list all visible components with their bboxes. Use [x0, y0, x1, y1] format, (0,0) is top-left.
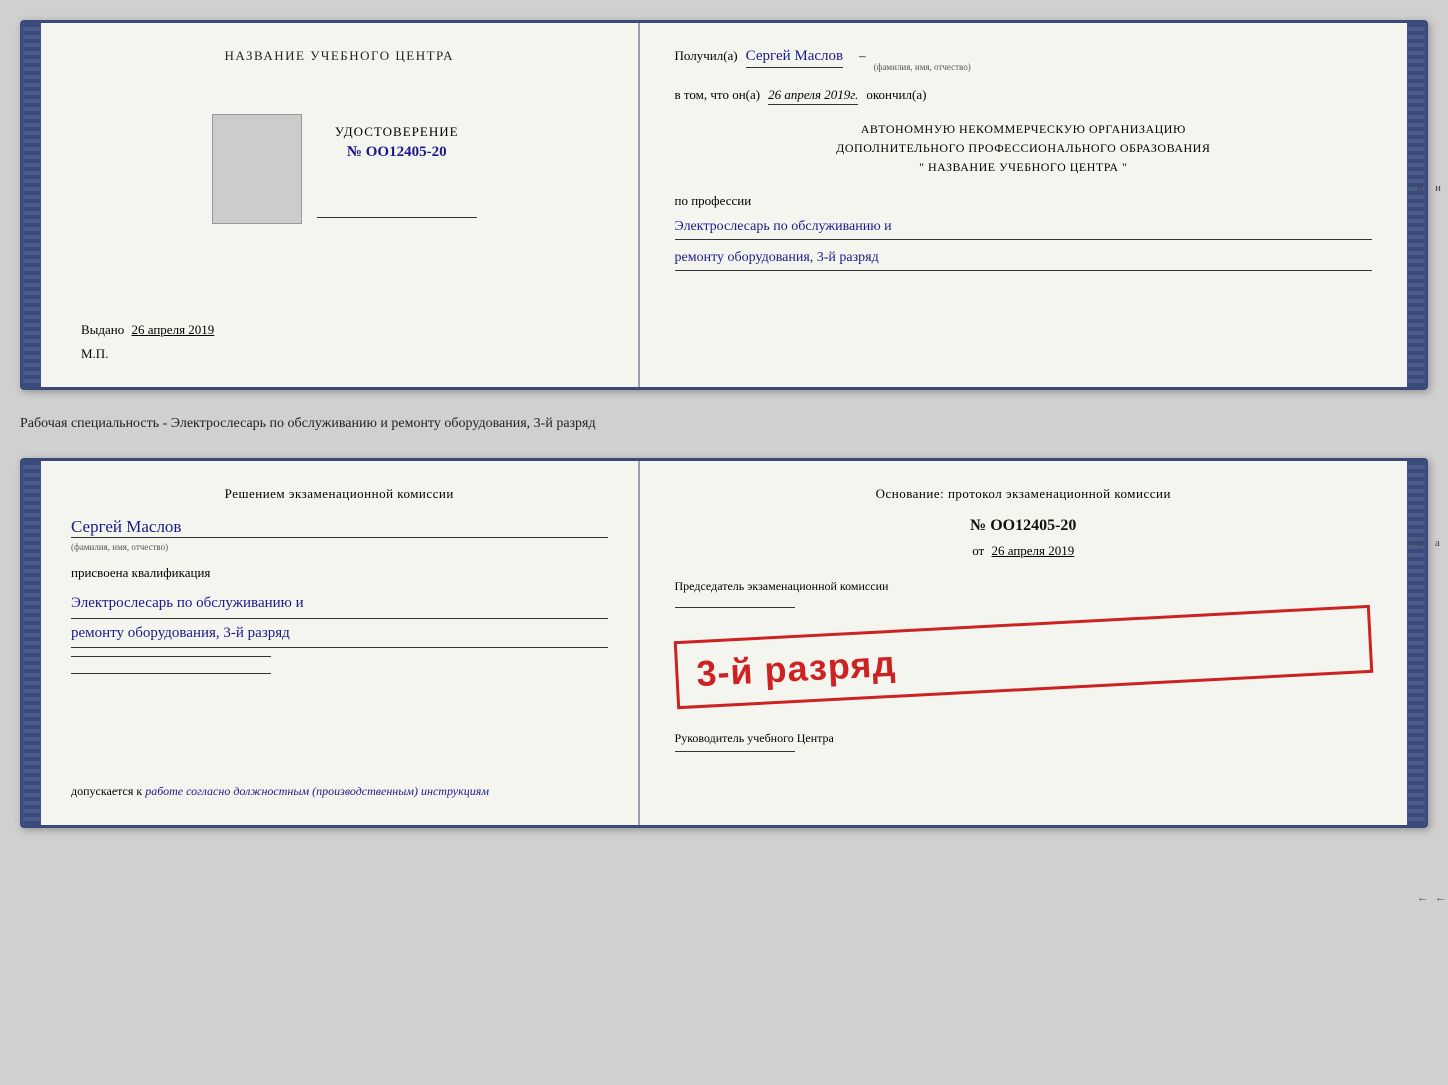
bottom-left-spine	[23, 461, 41, 825]
top-cert-right-page: Получил(а) Сергей Маслов – (фамилия, имя…	[640, 23, 1407, 387]
ot-label: от	[972, 543, 984, 558]
dopuskaetsya-text: работе согласно должностным (производств…	[145, 784, 489, 798]
qual-line1: Электрослесарь по обслуживанию и	[71, 589, 608, 619]
vtom-label: в том, что он(а)	[675, 87, 761, 103]
bottom-cert-right-page: Основание: протокол экзаменационной коми…	[640, 461, 1407, 825]
bottom-cert-left-page: Решением экзаменационной комиссии Сергей…	[41, 461, 640, 825]
bottom-name: Сергей Маслов	[71, 517, 608, 538]
cert-number-top: № OO12405-20	[317, 144, 477, 161]
stamp-box: 3-й разряд	[673, 605, 1373, 709]
dopuskaetsya-block: допускается к работе согласно должностны…	[71, 782, 608, 800]
ot-date: 26 апреля 2019	[991, 543, 1074, 558]
vtom-line: в том, что он(а) 26 апреля 2019г. окончи…	[675, 87, 1372, 105]
profession-line2: ремонту оборудования, 3-й разряд	[675, 245, 1372, 271]
top-left-title: НАЗВАНИЕ УЧЕБНОГО ЦЕНТРА	[225, 48, 454, 64]
bottom-cert-number: № OO12405-20	[675, 517, 1372, 535]
udostoverenie-block: УДОСТОВЕРЕНИЕ № OO12405-20	[317, 124, 477, 224]
bottom-fio-subtitle: (фамилия, имя, отчество)	[71, 542, 608, 552]
left-spine-decoration	[23, 23, 41, 387]
udostoverenie-label: УДОСТОВЕРЕНИЕ	[317, 124, 477, 140]
predsedatel-label: Председатель экзаменационной комиссии	[675, 579, 1372, 594]
top-certificate-book: НАЗВАНИЕ УЧЕБНОГО ЦЕНТРА УДОСТОВЕРЕНИЕ №…	[20, 20, 1428, 390]
qual-line2: ремонту оборудования, 3-й разряд	[71, 619, 608, 649]
okonchil-label: окончил(а)	[866, 87, 926, 103]
fio-subtitle-top: (фамилия, имя, отчество)	[874, 52, 971, 72]
osnovanie-title: Основание: протокол экзаменационной коми…	[675, 486, 1372, 502]
resheniem-title: Решением экзаменационной комиссии	[71, 486, 608, 502]
vtom-date: 26 апреля 2019г.	[768, 87, 858, 105]
ot-line: от 26 апреля 2019	[675, 543, 1372, 559]
prisvoena-label: присвоена квалификация	[71, 565, 608, 581]
top-cert-left-page: НАЗВАНИЕ УЧЕБНОГО ЦЕНТРА УДОСТОВЕРЕНИЕ №…	[41, 23, 640, 387]
org-line2: ДОПОЛНИТЕЛЬНОГО ПРОФЕССИОНАЛЬНОГО ОБРАЗО…	[675, 139, 1372, 158]
poluchil-label: Получил(а)	[675, 48, 738, 64]
mp-label: М.П.	[81, 346, 108, 362]
po-professii-label: по профессии	[675, 193, 1372, 209]
dopuskaetsya-label: допускается к	[71, 784, 142, 798]
separator-text: Рабочая специальность - Электрослесарь п…	[20, 408, 1428, 440]
vydano-date: 26 апреля 2019	[132, 322, 215, 337]
rukovoditel-sign-line	[675, 751, 795, 752]
bottom-certificate-book: Решением экзаменационной комиссии Сергей…	[20, 458, 1428, 828]
stamp-text: 3-й разряд	[695, 643, 897, 694]
poluchil-name: Сергей Маслов	[746, 48, 843, 68]
vydano-line: Выдано 26 апреля 2019	[81, 322, 214, 338]
rukovoditel-label: Руководитель учебного Центра	[675, 731, 1372, 746]
vydano-label: Выдано	[81, 322, 124, 337]
photo-placeholder	[212, 114, 302, 224]
profession-line1: Электрослесарь по обслуживанию и	[675, 214, 1372, 240]
received-line: Получил(а) Сергей Маслов – (фамилия, имя…	[675, 48, 1372, 72]
org-line1: АВТОНОМНУЮ НЕКОММЕРЧЕСКУЮ ОРГАНИЗАЦИЮ	[675, 120, 1372, 139]
org-block: АВТОНОМНУЮ НЕКОММЕРЧЕСКУЮ ОРГАНИЗАЦИЮ ДО…	[675, 120, 1372, 178]
org-line3: " НАЗВАНИЕ УЧЕБНОГО ЦЕНТРА "	[675, 158, 1372, 177]
predsedatel-sign-line	[675, 607, 795, 608]
